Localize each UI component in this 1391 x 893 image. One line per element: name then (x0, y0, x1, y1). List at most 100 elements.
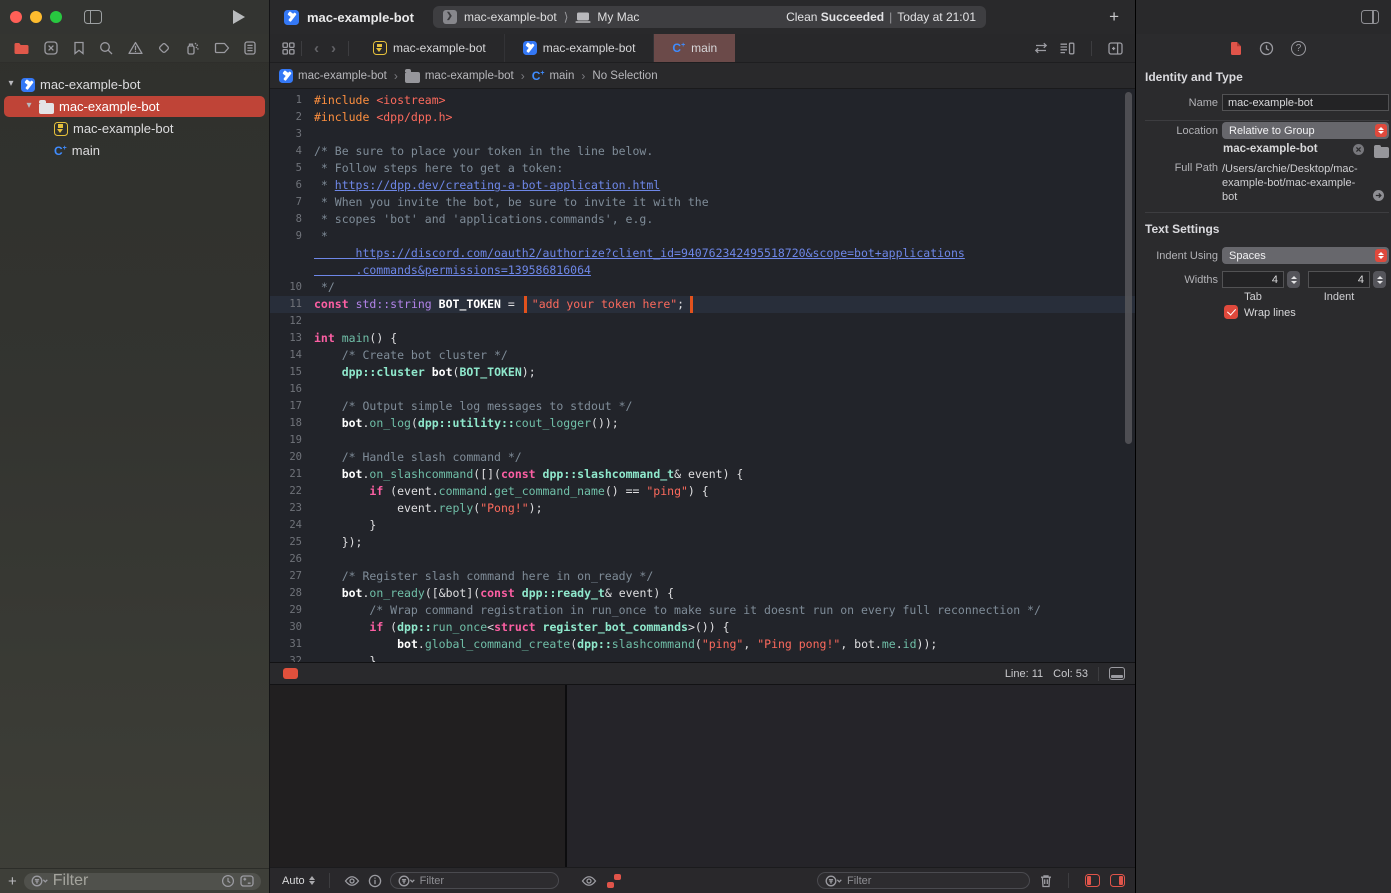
code-review-icon[interactable] (1033, 42, 1049, 54)
add-file-button[interactable]: + (8, 874, 17, 889)
source-control-navigator-icon[interactable] (44, 41, 58, 55)
code-line[interactable]: 1#include <iostream> (270, 92, 1135, 109)
code-line[interactable]: 32 } (270, 653, 1135, 662)
code-line[interactable]: .commands&permissions=139586816064 (270, 262, 1135, 279)
code-line[interactable]: 20 /* Handle slash command */ (270, 449, 1135, 466)
code-line[interactable]: 30 if (dpp::run_once<struct register_bot… (270, 619, 1135, 636)
add-editor-icon[interactable] (1108, 42, 1123, 55)
code-line[interactable]: 14 /* Create bot cluster */ (270, 347, 1135, 364)
find-navigator-icon[interactable] (99, 41, 113, 55)
code-line[interactable]: 21 bot.on_slashcommand([](const dpp::sla… (270, 466, 1135, 483)
variables-filter-field[interactable]: Filter (390, 872, 559, 889)
debug-navigator-icon[interactable] (185, 41, 199, 55)
tab-mac-example-bot[interactable]: mac-example-bot (505, 34, 655, 62)
test-navigator-icon[interactable] (157, 41, 171, 55)
code-line[interactable]: 3 (270, 126, 1135, 143)
code-line[interactable]: 18 bot.on_log(dpp::utility::cout_logger(… (270, 415, 1135, 432)
report-navigator-icon[interactable] (244, 41, 256, 55)
disclosure-chevron-icon[interactable]: ▾ (24, 100, 34, 111)
code-line[interactable]: 7 * When you invite the bot, be sure to … (270, 194, 1135, 211)
code-line[interactable]: 5 * Follow steps here to get a token: (270, 160, 1135, 177)
tree-item-mac-example-bot[interactable]: ▾mac-example-bot (4, 96, 265, 117)
help-inspector-icon[interactable]: ? (1291, 41, 1306, 56)
breadcrumb-item[interactable]: mac-example-bot (279, 69, 387, 83)
editor-scrollbar[interactable] (1125, 92, 1132, 444)
console-filter-field[interactable]: Filter (817, 872, 1030, 889)
issue-navigator-icon[interactable] (128, 41, 143, 55)
code-line[interactable]: 6 * https://dpp.dev/creating-a-bot-appli… (270, 177, 1135, 194)
console-view[interactable] (567, 685, 1135, 867)
code-line[interactable]: 19 (270, 432, 1135, 449)
code-line[interactable]: 23 event.reply("Pong!"); (270, 500, 1135, 517)
tab-mac-example-bot[interactable]: mac-example-bot (355, 34, 505, 62)
disclosure-chevron-icon[interactable]: ▾ (6, 78, 16, 89)
clear-reference-icon[interactable] (1352, 143, 1365, 156)
run-button[interactable] (233, 10, 245, 24)
code-line[interactable]: 24 } (270, 517, 1135, 534)
project-navigator-icon[interactable] (13, 41, 30, 55)
wrap-lines-checkbox[interactable] (1224, 305, 1238, 319)
show-values-eye-icon[interactable] (344, 876, 360, 886)
bookmark-navigator-icon[interactable] (73, 41, 85, 55)
show-variables-view-toggle[interactable] (1085, 874, 1100, 887)
file-inspector-icon[interactable] (1230, 41, 1242, 56)
library-add-button[interactable]: + (1109, 8, 1119, 25)
breadcrumb-item[interactable]: C+main (532, 70, 575, 82)
scm-status-filter-icon[interactable] (240, 875, 254, 887)
indent-using-dropdown[interactable]: Spaces (1222, 247, 1389, 264)
code-line[interactable]: 8 * scopes 'bot' and 'applications.comma… (270, 211, 1135, 228)
open-in-finder-arrow-icon[interactable] (1372, 189, 1385, 202)
scheme-name[interactable]: mac-example-bot (464, 10, 557, 24)
console-eye-icon[interactable] (581, 876, 597, 886)
related-items-icon[interactable] (282, 42, 295, 55)
tab-width-field[interactable]: 4 (1222, 271, 1284, 288)
location-dropdown[interactable]: Relative to Group (1222, 122, 1389, 139)
tree-item-mac-example-bot[interactable]: ▾mac-example-bot (0, 74, 269, 95)
debug-gauges-icon[interactable] (607, 874, 621, 888)
code-line[interactable]: 2#include <dpp/dpp.h> (270, 109, 1135, 126)
code-line[interactable]: 10 */ (270, 279, 1135, 296)
toggle-navigator-icon[interactable] (84, 10, 102, 24)
code-line[interactable]: 9 * (270, 228, 1135, 245)
name-field[interactable]: mac-example-bot (1222, 94, 1389, 111)
tree-item-mac-example-bot[interactable]: mac-example-bot (0, 118, 269, 139)
code-line[interactable]: 29 /* Wrap command registration in run_o… (270, 602, 1135, 619)
code-editor[interactable]: 1#include <iostream>2#include <dpp/dpp.h… (270, 89, 1135, 662)
zoom-window-button[interactable] (50, 11, 62, 23)
code-line[interactable]: 4/* Be sure to place your token in the l… (270, 143, 1135, 160)
recent-files-icon[interactable] (221, 874, 235, 888)
tab-main[interactable]: C+main (654, 34, 735, 62)
code-line[interactable]: 16 (270, 381, 1135, 398)
minimap-icon[interactable] (1059, 42, 1075, 55)
dropdown-stepper[interactable] (1375, 124, 1387, 137)
history-inspector-icon[interactable] (1259, 41, 1274, 56)
variables-scope-dropdown[interactable]: Auto (282, 875, 315, 887)
code-line[interactable]: 15 dpp::cluster bot(BOT_TOKEN); (270, 364, 1135, 381)
code-line[interactable]: 26 (270, 551, 1135, 568)
tree-item-main[interactable]: C+main (0, 140, 269, 161)
breadcrumb-item[interactable]: mac-example-bot (405, 69, 514, 83)
code-line[interactable]: https://discord.com/oauth2/authorize?cli… (270, 245, 1135, 262)
breakpoint-navigator-icon[interactable] (214, 42, 230, 54)
code-line[interactable]: 28 bot.on_ready([&bot](const dpp::ready_… (270, 585, 1135, 602)
go-back-icon[interactable]: ‹ (314, 40, 319, 57)
code-line[interactable]: 11const std::string BOT_TOKEN = "add you… (270, 296, 1135, 313)
minimize-window-button[interactable] (30, 11, 42, 23)
choose-location-folder-icon[interactable] (1374, 147, 1389, 158)
toggle-inspector-icon[interactable] (1361, 10, 1379, 24)
close-window-button[interactable] (10, 11, 22, 23)
code-line[interactable]: 13int main() { (270, 330, 1135, 347)
indent-width-stepper[interactable] (1373, 271, 1386, 288)
code-line[interactable]: 22 if (event.command.get_command_name() … (270, 483, 1135, 500)
code-line[interactable]: 17 /* Output simple log messages to stdo… (270, 398, 1135, 415)
toggle-debug-area-icon[interactable] (1109, 667, 1125, 680)
variables-view[interactable] (270, 685, 567, 867)
tab-width-stepper[interactable] (1287, 271, 1300, 288)
scheme-and-status-bar[interactable]: mac-example-bot ⟩ My Mac Clean Succeeded… (433, 6, 986, 28)
dropdown-stepper[interactable] (1375, 249, 1387, 262)
go-forward-icon[interactable]: › (331, 40, 336, 57)
code-line[interactable]: 27 /* Register slash command here in on_… (270, 568, 1135, 585)
code-line[interactable]: 31 bot.global_command_create(dpp::slashc… (270, 636, 1135, 653)
clear-console-trash-icon[interactable] (1040, 874, 1052, 888)
indent-width-field[interactable]: 4 (1308, 271, 1370, 288)
